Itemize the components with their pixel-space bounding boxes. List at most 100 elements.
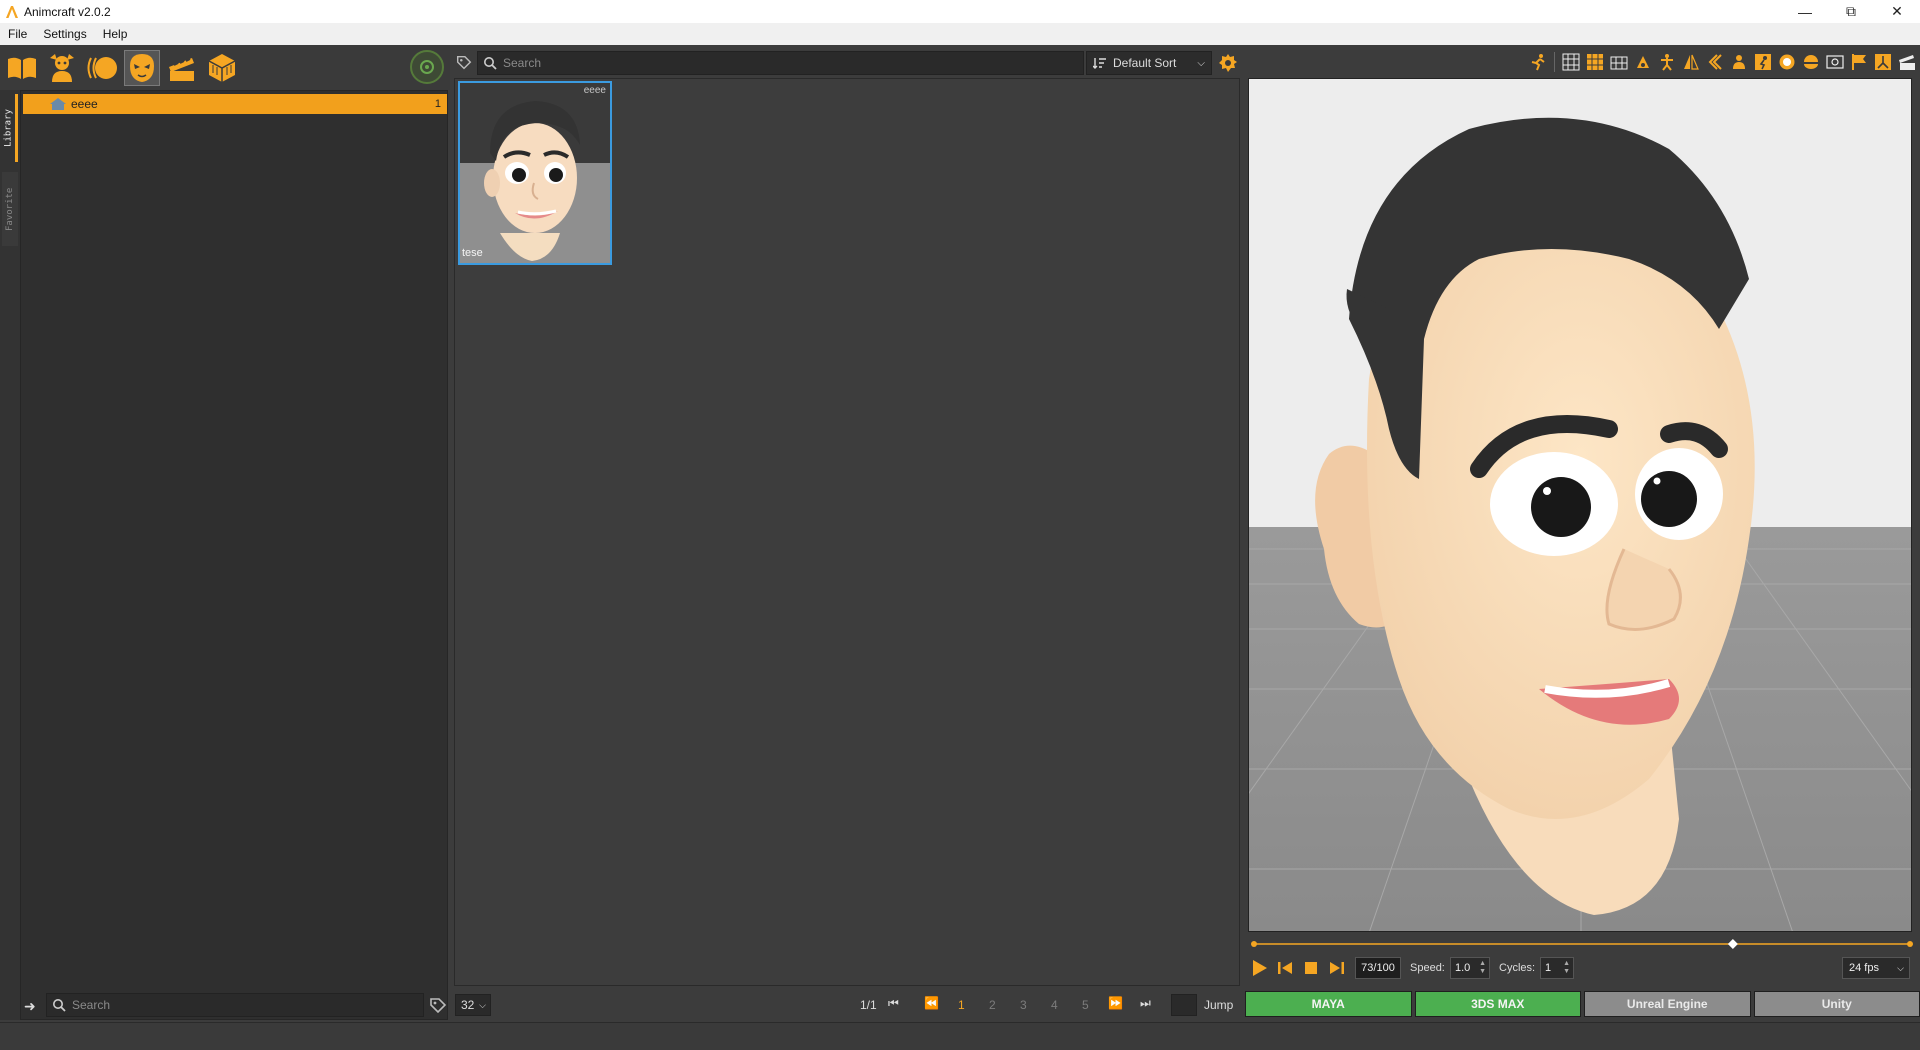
asset-folder-tag: eeee — [583, 85, 606, 96]
grid-large-button[interactable] — [1584, 51, 1606, 73]
book-button[interactable] — [4, 50, 40, 86]
spinner-arrows-icon[interactable]: ▲ ▼ — [1563, 960, 1570, 976]
face-icon — [130, 53, 154, 82]
clapboard-button[interactable] — [164, 50, 200, 86]
play-icon — [1253, 960, 1267, 976]
asset-tag-filter-icon[interactable] — [455, 54, 473, 72]
first-page-button[interactable]: ⏮ — [888, 996, 899, 1011]
page-number-4[interactable]: 4 — [1051, 998, 1058, 1012]
clapboard-icon — [169, 57, 194, 81]
title-bar: Animcraft v2.0.2 — ⧉ ✕ — [0, 0, 1920, 23]
timeline-end-marker — [1907, 941, 1913, 947]
character-button[interactable] — [44, 50, 80, 86]
character-view-button[interactable] — [1728, 51, 1750, 73]
export-unity-button[interactable]: Unity — [1753, 991, 1920, 1017]
sync-status-button[interactable] — [410, 50, 444, 84]
menu-help[interactable]: Help — [95, 27, 136, 41]
export-3dsmax-button[interactable]: 3DS MAX — [1414, 991, 1581, 1017]
minimize-icon: — — [1798, 3, 1812, 20]
jump-page-input[interactable] — [1171, 994, 1197, 1016]
restore-button[interactable]: ⧉ — [1828, 0, 1874, 23]
grid-icon — [1562, 53, 1580, 71]
chevron-left-icon — [1708, 54, 1722, 70]
pose-button[interactable] — [1527, 51, 1549, 73]
next-page-button[interactable]: ⏩ — [1108, 996, 1123, 1010]
menu-file[interactable]: File — [0, 27, 35, 41]
search-icon — [53, 999, 66, 1012]
view-settings-icon[interactable] — [1217, 52, 1239, 74]
sphere-button[interactable] — [1776, 51, 1798, 73]
page-number-3[interactable]: 3 — [1020, 998, 1027, 1012]
character-icon — [50, 53, 74, 82]
tag-filter-icon[interactable] — [428, 996, 448, 1016]
axis-button[interactable] — [1872, 51, 1894, 73]
timeline-handle[interactable] — [1727, 939, 1738, 949]
sort-dropdown[interactable]: Default Sort ⌵ — [1086, 51, 1212, 75]
sphere-icon — [1779, 54, 1795, 70]
camera-button[interactable] — [1824, 51, 1846, 73]
clapboard-icon — [1899, 55, 1915, 70]
axis-icon — [1875, 54, 1891, 70]
hemisphere-button[interactable] — [1800, 51, 1822, 73]
step-forward-button[interactable] — [1327, 958, 1347, 978]
3d-viewport[interactable] — [1248, 78, 1912, 932]
face-button[interactable] — [124, 49, 160, 86]
cycles-label: Cycles: — [1499, 962, 1536, 974]
mirror-button[interactable] — [1680, 51, 1702, 73]
back-button[interactable] — [1704, 51, 1726, 73]
library-side-tabs: Library Favorite — [0, 90, 20, 1020]
asset-search-input[interactable]: Search — [477, 51, 1084, 75]
frame-counter[interactable]: 73/100 — [1355, 957, 1401, 979]
first-page-icon: ⏮ — [888, 996, 899, 1010]
spinner-arrows-icon[interactable]: ▲ ▼ — [1479, 960, 1486, 976]
cycles-spinbox[interactable]: 1 ▲ ▼ — [1540, 957, 1574, 979]
prev-page-button[interactable]: ⏪ — [924, 996, 939, 1010]
cube-button[interactable] — [204, 50, 240, 86]
light-button[interactable] — [1632, 51, 1654, 73]
flag-button[interactable] — [1848, 51, 1870, 73]
mirror-icon — [1684, 54, 1699, 70]
floor-icon — [1610, 56, 1628, 70]
camera-icon — [1826, 55, 1844, 69]
tree-item-label: eeee — [71, 97, 98, 111]
stop-button[interactable] — [1301, 958, 1321, 978]
tree-item[interactable]: eeee 1 — [23, 94, 447, 114]
expression-icon — [87, 56, 117, 79]
library-search-input[interactable]: Search — [46, 993, 424, 1017]
minimize-button[interactable]: — — [1782, 0, 1828, 23]
asset-thumbnail[interactable]: eeee tese — [458, 81, 612, 265]
speed-label: Speed: — [1410, 962, 1445, 974]
close-button[interactable]: ✕ — [1874, 0, 1920, 23]
character-face-preview — [460, 83, 610, 263]
page-number-1[interactable]: 1 — [958, 998, 965, 1012]
expression-button[interactable] — [84, 50, 120, 86]
jump-button[interactable]: Jump — [1204, 998, 1233, 1012]
arrow-right-icon: ➜ — [24, 998, 36, 1014]
speed-value: 1.0 — [1455, 962, 1471, 974]
chevron-down-icon: ⌵ — [1897, 962, 1904, 973]
chevron-down-icon: ⌵ — [1197, 57, 1205, 69]
skeleton-button[interactable] — [1656, 51, 1678, 73]
tab-favorite[interactable]: Favorite — [2, 172, 18, 246]
step-back-button[interactable] — [1275, 958, 1295, 978]
speed-spinbox[interactable]: 1.0 ▲ ▼ — [1450, 957, 1490, 979]
fps-dropdown[interactable]: 24 fps ⌵ — [1842, 957, 1910, 979]
floor-button[interactable] — [1608, 51, 1630, 73]
timeline-slider[interactable] — [1248, 936, 1920, 952]
motion-button[interactable] — [1752, 51, 1774, 73]
clapboard-view-button[interactable] — [1896, 51, 1918, 73]
page-size-value: 32 — [461, 998, 475, 1012]
menu-settings[interactable]: Settings — [35, 27, 94, 41]
page-number-2[interactable]: 2 — [989, 998, 996, 1012]
tab-library[interactable]: Library — [2, 94, 18, 162]
asset-grid: eeee tese — [454, 78, 1240, 986]
page-number-5[interactable]: 5 — [1082, 998, 1089, 1012]
last-page-button[interactable]: ⏭ — [1140, 996, 1151, 1011]
export-unreal-button[interactable]: Unreal Engine — [1584, 991, 1751, 1017]
page-size-dropdown[interactable]: 32 ⌵ — [455, 994, 491, 1016]
export-maya-button[interactable]: MAYA — [1245, 991, 1412, 1017]
viewport-toolbar — [1248, 48, 1920, 76]
play-button[interactable] — [1249, 958, 1269, 978]
grid-small-button[interactable] — [1560, 51, 1582, 73]
locate-button[interactable]: ➜ — [24, 998, 40, 1014]
